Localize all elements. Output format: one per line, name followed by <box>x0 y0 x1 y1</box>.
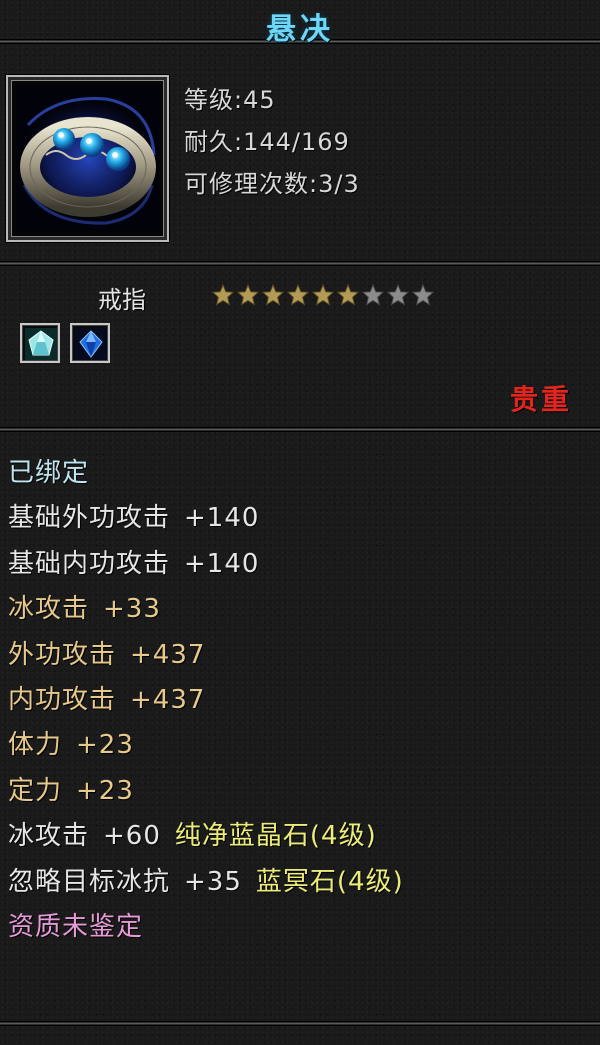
attribute-line: 忽略目标冰抗 +35 蓝冥石(4级) <box>8 861 404 898</box>
attribute-line: 体力 +23 <box>8 724 134 761</box>
divider-bottom <box>0 1022 600 1025</box>
attribute-line: 冰攻击 +33 <box>8 588 161 625</box>
star-filled-icon <box>237 284 259 306</box>
attribute-label: 冰攻击 <box>8 594 90 625</box>
attribute-value: +140 <box>184 503 260 534</box>
attribute-label: 定力 <box>8 775 63 806</box>
attribute-line: 已绑定 <box>8 452 89 489</box>
star-filled-icon <box>262 284 284 306</box>
gem-slot-1[interactable] <box>20 323 60 363</box>
attribute-label: 基础内功攻击 <box>8 548 171 579</box>
attribute-value: +33 <box>103 594 161 625</box>
attribute-value: +437 <box>130 685 206 715</box>
attribute-line: 冰攻击 +60 纯净蓝晶石(4级) <box>8 815 377 852</box>
divider-attributes <box>0 428 600 431</box>
item-type: 戒指 <box>98 286 146 314</box>
attribute-line: 资质未鉴定 <box>8 906 143 943</box>
sapphire-gem-icon <box>75 328 107 360</box>
star-empty-icon <box>362 284 384 306</box>
attribute-line: 内功攻击 +437 <box>8 679 205 716</box>
star-filled-icon <box>312 284 334 306</box>
divider-header <box>0 262 600 265</box>
attribute-label: 冰攻击 <box>8 821 90 852</box>
star-rating <box>212 284 434 306</box>
attribute-label: 内功攻击 <box>8 685 117 715</box>
item-icon-frame[interactable] <box>6 75 169 242</box>
attribute-line: 基础内功攻击 +140 <box>8 543 259 580</box>
attribute-label: 外功攻击 <box>8 639 117 670</box>
durability-stat: 耐久:144/169 <box>184 128 350 156</box>
gem-bonus-source: 纯净蓝晶石(4级) <box>174 821 377 852</box>
star-empty-icon <box>387 284 409 306</box>
crystal-gem-icon <box>25 328 57 360</box>
ring-icon <box>16 85 159 232</box>
attribute-label: 体力 <box>8 730 63 761</box>
attribute-value: +23 <box>76 730 134 761</box>
attribute-value: +35 <box>184 866 242 897</box>
attribute-value: +437 <box>130 639 206 670</box>
star-filled-icon <box>337 284 359 306</box>
attribute-value: +60 <box>103 821 161 852</box>
repair-count-stat: 可修理次数:3/3 <box>184 170 360 198</box>
item-name: 悬决 <box>266 12 334 47</box>
rarity-label: 贵重 <box>509 383 572 416</box>
attribute-label: 忽略目标冰抗 <box>8 866 171 897</box>
attribute-label: 资质未鉴定 <box>8 912 144 942</box>
star-filled-icon <box>287 284 309 306</box>
gem-bonus-source: 蓝冥石(4级) <box>255 866 404 897</box>
attribute-value: +23 <box>76 775 134 806</box>
gem-slot-2[interactable] <box>70 323 110 363</box>
star-filled-icon <box>212 284 234 306</box>
attribute-line: 外功攻击 +437 <box>8 634 205 671</box>
attribute-value: +140 <box>184 548 260 579</box>
attribute-line: 基础外功攻击 +140 <box>8 497 259 534</box>
attribute-line: 定力 +23 <box>8 770 134 807</box>
attribute-label: 已绑定 <box>8 458 90 488</box>
star-empty-icon <box>412 284 434 306</box>
attribute-label: 基础外功攻击 <box>8 503 171 534</box>
level-stat: 等级:45 <box>184 86 276 114</box>
